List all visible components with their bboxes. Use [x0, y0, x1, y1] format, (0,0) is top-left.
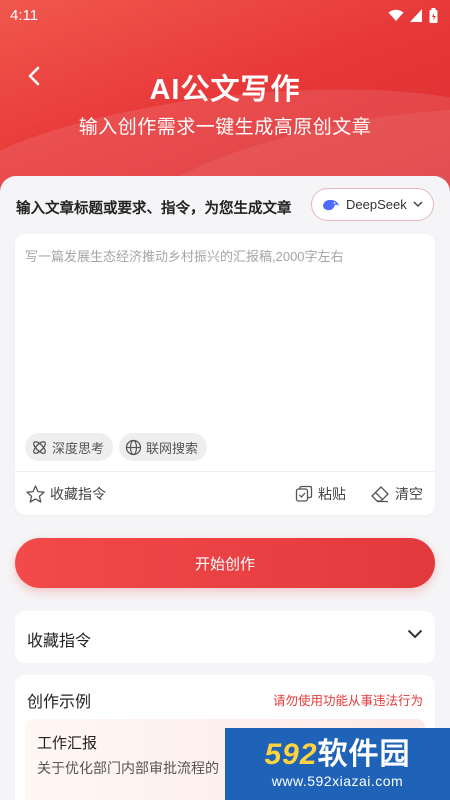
- clear-button[interactable]: 清空: [370, 484, 423, 504]
- chevron-down-icon: [407, 629, 423, 639]
- paste-label: 粘贴: [318, 486, 346, 502]
- chevron-down-icon: [413, 201, 423, 208]
- globe-icon: [125, 439, 142, 455]
- watermark-text: 软件园: [317, 738, 411, 771]
- site-watermark: 592软件园 www.592xiazai.com: [225, 728, 450, 800]
- wifi-icon: [388, 9, 404, 21]
- examples-title: 创作示例: [27, 694, 92, 711]
- example-item-desc: 关于优化部门内部审批流程的: [37, 760, 219, 776]
- web-search-toggle[interactable]: 联网搜索: [119, 433, 208, 461]
- watermark-number: 592: [264, 738, 318, 771]
- deep-think-label: 深度思考: [52, 440, 105, 456]
- status-icons: [388, 8, 438, 23]
- model-name: DeepSeek: [346, 197, 407, 212]
- legal-warning: 请勿使用功能从事违法行为: [272, 694, 423, 708]
- status-time: 4:11: [10, 7, 39, 24]
- prompt-card: 深度思考 联网搜索 收藏指令 粘贴 清空: [15, 234, 435, 515]
- clear-label: 清空: [395, 486, 423, 502]
- page-subtitle: 输入创作需求一键生成高原创文章: [78, 117, 372, 138]
- watermark-brand: 592软件园: [264, 739, 410, 771]
- web-search-label: 联网搜索: [146, 440, 199, 456]
- deepseek-whale-icon: [323, 199, 339, 210]
- signal-icon: [410, 9, 422, 22]
- example-item-title: 工作汇报: [37, 735, 98, 752]
- battery-icon: [429, 8, 438, 23]
- start-writing-button[interactable]: 开始创作: [15, 538, 435, 588]
- eraser-icon: [371, 486, 389, 503]
- paste-icon: [295, 485, 313, 502]
- watermark-url: www.592xiazai.com: [271, 773, 404, 789]
- model-selector[interactable]: DeepSeek: [311, 188, 434, 221]
- favorite-instructions-panel[interactable]: 收藏指令: [15, 611, 435, 663]
- favorite-instructions-title: 收藏指令: [27, 633, 92, 650]
- deep-think-toggle[interactable]: 深度思考: [25, 433, 114, 461]
- favorite-instruction-button[interactable]: 收藏指令: [26, 484, 106, 504]
- prompt-input[interactable]: [25, 246, 421, 426]
- prompt-label: 输入文章标题或要求、指令，为您生成文章: [16, 201, 292, 217]
- status-bar: 4:11: [0, 0, 450, 32]
- favorite-instruction-label: 收藏指令: [50, 486, 106, 502]
- star-icon: [26, 485, 45, 503]
- paste-button[interactable]: 粘贴: [295, 484, 346, 504]
- page-title: AI公文写作: [149, 74, 301, 106]
- deep-think-icon: [33, 440, 46, 454]
- card-divider: [15, 471, 435, 472]
